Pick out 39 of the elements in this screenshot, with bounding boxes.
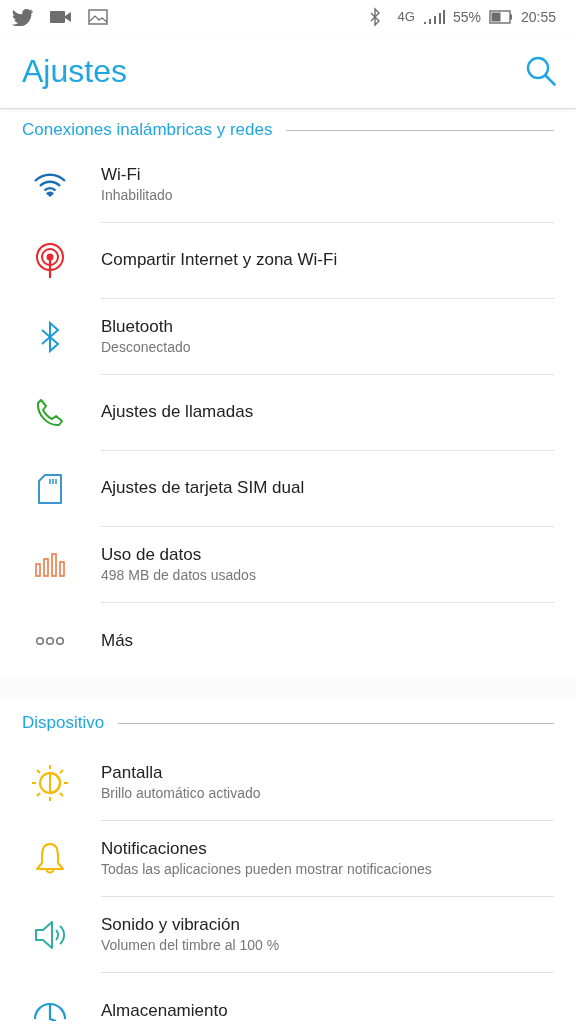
pie-icon: [32, 1001, 67, 1021]
section-header: Dispositivo: [22, 712, 105, 735]
signal-icon: [422, 9, 445, 25]
item-title: Notificaciones: [101, 838, 208, 861]
search-icon: [525, 55, 557, 87]
bird-icon: [12, 8, 34, 26]
sun-icon: [30, 764, 69, 802]
item-subtitle: Inhabilitado: [101, 186, 174, 205]
item-title: Almacenamiento: [101, 999, 229, 1022]
item-subtitle: Brillo automático activado: [101, 784, 262, 803]
item-title: Ajustes de tarjeta SIM dual: [101, 477, 306, 500]
item-title: Compartir Internet y zona Wi-Fi: [101, 249, 339, 272]
image-icon: [88, 9, 108, 25]
bar-chart-icon: [34, 553, 65, 577]
wifi-icon: [32, 173, 67, 197]
item-subtitle: 498 MB de datos usados: [101, 566, 257, 585]
clock-time: 20:55: [520, 7, 556, 27]
item-title: Uso de datos: [101, 544, 203, 567]
section-header: Conexiones inalámbricas y redes: [22, 119, 273, 142]
item-subtitle: Todas las aplicaciones pueden mostrar notificaciones: [101, 860, 433, 879]
network-type: 4G: [397, 8, 415, 27]
item-subtitle: Volumen del timbre al 100 %: [101, 936, 281, 955]
item-title: Más: [101, 629, 135, 652]
battery-percentage: 55%: [452, 7, 481, 27]
sim-card-icon: [36, 474, 63, 504]
battery-icon: [488, 10, 513, 24]
item-title: Sonido y vibración: [101, 914, 241, 937]
video-camera-icon: [50, 10, 72, 24]
phone-icon: [34, 398, 65, 428]
more-icon: [34, 636, 65, 646]
item-title: Pantalla: [101, 762, 164, 785]
page-title: Ajustes: [22, 51, 127, 91]
item-title: Ajustes de llamadas: [101, 401, 255, 424]
antenna-icon: [33, 243, 66, 279]
item-subtitle: Desconectado: [101, 338, 192, 357]
item-title: Bluetooth: [101, 316, 174, 339]
speaker-icon: [33, 920, 66, 950]
item-title: Wi-Fi: [101, 164, 142, 187]
bell-icon: [33, 842, 66, 876]
